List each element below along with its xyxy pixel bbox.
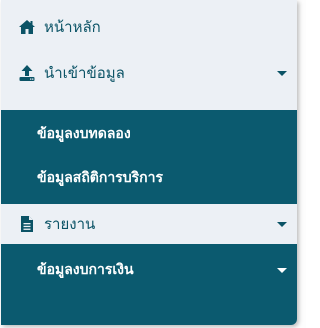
sidebar-item-import[interactable]: นำเข้าข้อมูล (1, 50, 297, 96)
chevron-down-icon[interactable] (277, 71, 287, 76)
sidebar-menu: หน้าหลัก นำเข้าข้อมูล ข้อมูลงบทดลอง ข้อม… (1, 0, 297, 325)
sidebar-item-home[interactable]: หน้าหลัก (1, 4, 297, 50)
import-submenu: ข้อมูลงบทดลอง ข้อมูลสถิติการบริการ (1, 110, 297, 204)
sidebar-item-label: หน้าหลัก (44, 18, 101, 36)
submenu-item-label: ข้อมูลงบทดลอง (37, 126, 131, 142)
submenu-item-label: ข้อมูลสถิติการบริการ (37, 170, 164, 186)
sidebar-item-label: นำเข้าข้อมูล (44, 64, 125, 82)
upload-icon (18, 64, 36, 82)
file-icon (18, 215, 36, 233)
report-submenu: ข้อมูลงบการเงิน (1, 244, 297, 325)
sidebar-item-label: รายงาน (44, 215, 96, 233)
submenu-item-financial-statements[interactable]: ข้อมูลงบการเงิน (1, 252, 297, 288)
home-icon (18, 18, 36, 36)
submenu-item-trial-balance[interactable]: ข้อมูลงบทดลอง (1, 116, 297, 152)
screen: หน้าหลัก นำเข้าข้อมูล ข้อมูลงบทดลอง ข้อม… (0, 0, 306, 328)
sidebar-item-report[interactable]: รายงาน (1, 204, 297, 244)
chevron-down-icon[interactable] (277, 222, 287, 227)
submenu-item-service-statistics[interactable]: ข้อมูลสถิติการบริการ (1, 160, 297, 196)
submenu-item-label: ข้อมูลงบการเงิน (37, 262, 134, 278)
chevron-down-icon[interactable] (277, 268, 287, 273)
